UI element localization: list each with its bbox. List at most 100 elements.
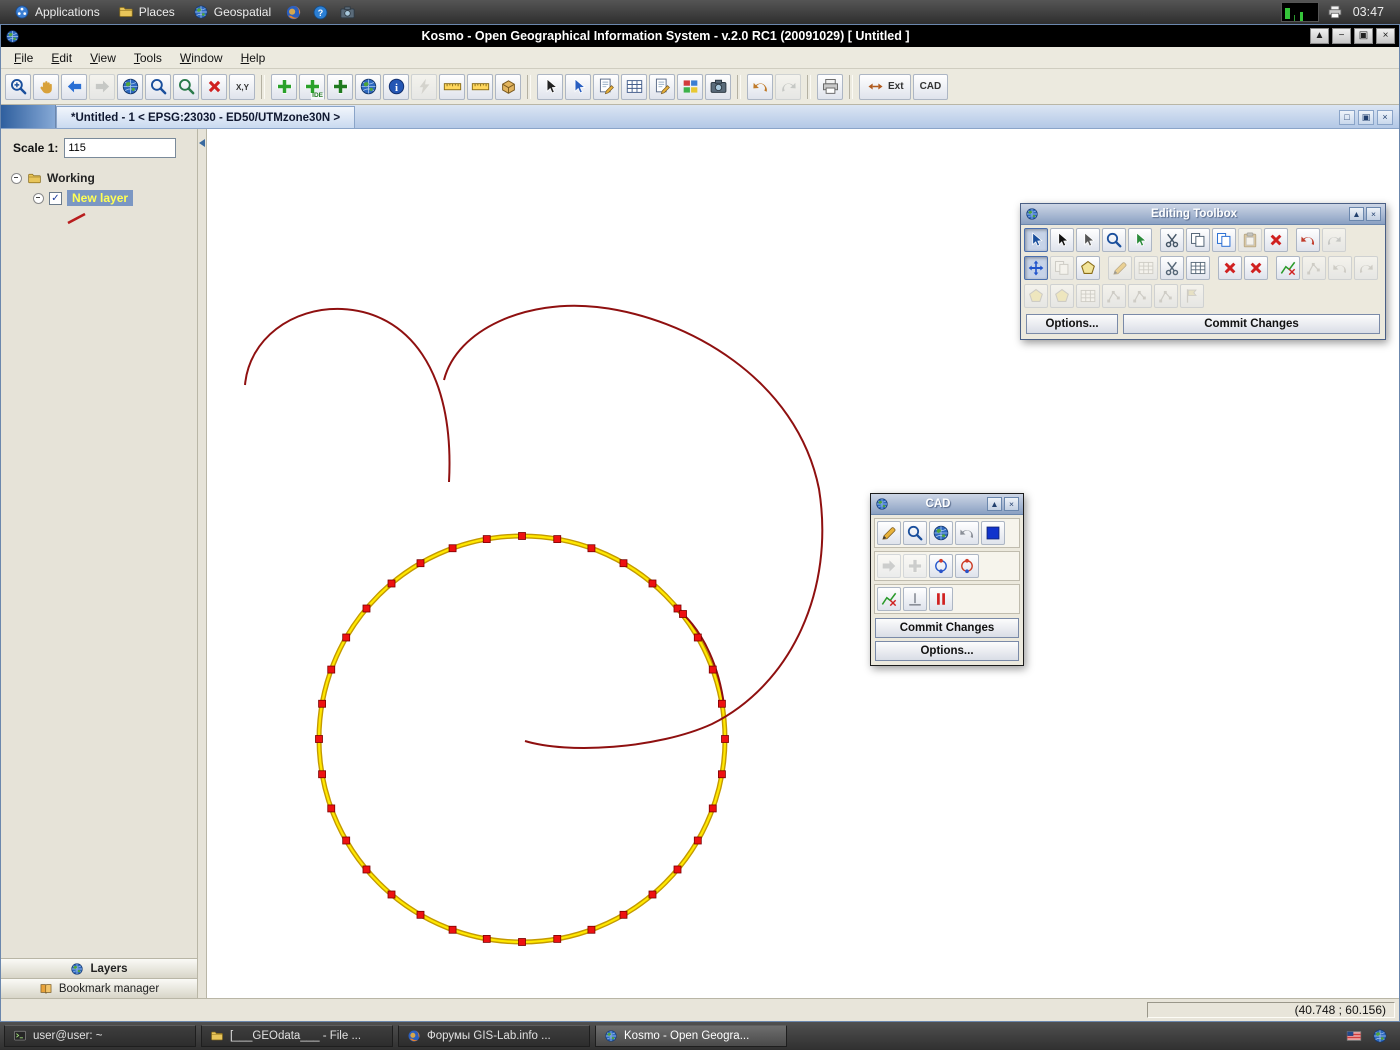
cut-features-button[interactable]	[1160, 228, 1184, 252]
tree-node-new-layer[interactable]: ✓ New layer	[33, 188, 193, 208]
vertex-handle[interactable]	[709, 666, 716, 673]
tree-node-working[interactable]: Working	[11, 168, 193, 188]
delete-features-button[interactable]	[1264, 228, 1288, 252]
clear-selection-button[interactable]	[201, 74, 227, 100]
cut-polygon-tool[interactable]	[1160, 256, 1184, 280]
zoom-in-button[interactable]	[5, 74, 31, 100]
autocomplete-polygon-tool[interactable]	[1076, 256, 1100, 280]
taskbar-firefox[interactable]: Форумы GIS-Lab.info ...	[398, 1025, 590, 1047]
cad-zoom-tool[interactable]	[903, 521, 927, 545]
cad-arc-tool[interactable]	[955, 521, 979, 545]
explode-geometry-button[interactable]	[1218, 256, 1242, 280]
maximize-button[interactable]: ▣	[1354, 28, 1373, 44]
snapshot-button[interactable]	[705, 74, 731, 100]
cad-parallel-tool[interactable]	[929, 587, 953, 611]
vertex-handle[interactable]	[694, 837, 701, 844]
copy-geometry-button[interactable]	[1212, 228, 1236, 252]
screenshot-launcher[interactable]	[335, 2, 360, 23]
tree-toggle-icon[interactable]	[33, 193, 44, 204]
vertex-handle[interactable]	[343, 634, 350, 641]
clock[interactable]: 03:47	[1345, 5, 1394, 19]
tree-toggle-icon[interactable]	[11, 173, 22, 184]
vertex-handle[interactable]	[388, 891, 395, 898]
feature-info-button[interactable]	[565, 74, 591, 100]
close-button[interactable]: ×	[1376, 28, 1395, 44]
vertex-handle[interactable]	[620, 560, 627, 567]
select-geometry-tool[interactable]	[1050, 228, 1074, 252]
cad-rotate-tool[interactable]	[929, 554, 953, 578]
zoom-to-layer-button[interactable]	[173, 74, 199, 100]
vertex-handle[interactable]	[709, 805, 716, 812]
add-ring-tool[interactable]	[1186, 256, 1210, 280]
vertex-handle[interactable]	[588, 545, 595, 552]
cad-options-button[interactable]: Options...	[875, 641, 1019, 661]
vertex-handle[interactable]	[620, 911, 627, 918]
shade-button[interactable]: ▲	[1310, 28, 1329, 44]
vertex-handle[interactable]	[328, 805, 335, 812]
taskbar-file-manager[interactable]: [___GEOdata___ - File ...	[201, 1025, 393, 1047]
vertex-handle[interactable]	[519, 939, 526, 946]
vertex-handle[interactable]	[343, 837, 350, 844]
geospatial-menu[interactable]: Geospatial	[185, 2, 279, 22]
minimize-button[interactable]: −	[1332, 28, 1351, 44]
vertex-handle[interactable]	[417, 560, 424, 567]
vertex-handle[interactable]	[554, 935, 561, 942]
zoom-edit-tool[interactable]	[1102, 228, 1126, 252]
add-ide-layer-button[interactable]: IDE	[299, 74, 325, 100]
menu-edit[interactable]: Edit	[42, 49, 81, 67]
select-features-tool[interactable]	[1024, 228, 1048, 252]
vertex-handle[interactable]	[554, 536, 561, 543]
cad-rotate-copy-tool[interactable]	[955, 554, 979, 578]
print-queue-icon[interactable]	[1327, 4, 1343, 20]
undo-edit-button[interactable]	[1296, 228, 1320, 252]
editing-toolbox-collapse-button[interactable]: ▲	[1349, 207, 1364, 221]
network-globe[interactable]	[1372, 1028, 1388, 1044]
measure-area-button[interactable]	[467, 74, 493, 100]
cad-validate-tool[interactable]	[877, 587, 901, 611]
vertex-handle[interactable]	[718, 771, 725, 778]
collapse-arrow-icon[interactable]	[199, 139, 205, 147]
feature-arc-spiral[interactable]	[444, 306, 822, 748]
sidebar-splitter[interactable]	[198, 129, 207, 998]
editing-commit-changes-button[interactable]: Commit Changes	[1123, 314, 1380, 334]
vertex-handle[interactable]	[680, 611, 687, 618]
validate-geometry-button[interactable]	[1276, 256, 1300, 280]
new-map-button[interactable]	[355, 74, 381, 100]
firefox-launcher[interactable]	[281, 2, 306, 23]
vertex-handle[interactable]	[316, 736, 323, 743]
taskbar-kosmo[interactable]: Kosmo - Open Geogra...	[595, 1025, 787, 1047]
vertex-handle[interactable]	[588, 926, 595, 933]
cad-toolbar-button[interactable]: CAD	[913, 74, 949, 100]
vertex-handle[interactable]	[328, 666, 335, 673]
vertex-handle[interactable]	[449, 926, 456, 933]
select-vertex-tool[interactable]	[1076, 228, 1100, 252]
move-geometry-tool[interactable]	[1024, 256, 1048, 280]
undo-button[interactable]	[747, 74, 773, 100]
scale-input[interactable]	[64, 138, 176, 158]
edit-feature-button[interactable]	[593, 74, 619, 100]
menu-window[interactable]: Window	[171, 49, 232, 67]
simplify-geometry-button[interactable]	[1244, 256, 1268, 280]
vertex-handle[interactable]	[483, 935, 490, 942]
tab-detach-button[interactable]: □	[1339, 110, 1355, 125]
system-monitor-applet[interactable]	[1281, 2, 1319, 22]
editing-toolbox-close-button[interactable]: ×	[1366, 207, 1381, 221]
document-tab[interactable]: *Untitled - 1 < EPSG:23030 - ED50/UTMzon…	[56, 106, 355, 128]
feature-info-tool[interactable]	[1128, 228, 1152, 252]
cad-close-button[interactable]: ×	[1004, 497, 1019, 511]
menu-help[interactable]: Help	[232, 49, 275, 67]
vertex-handle[interactable]	[417, 911, 424, 918]
layer-info-button[interactable]	[383, 74, 409, 100]
menu-view[interactable]: View	[81, 49, 125, 67]
help-launcher[interactable]	[308, 2, 333, 23]
cad-titlebar[interactable]: CAD ▲×	[871, 494, 1023, 515]
pan-button[interactable]	[33, 74, 59, 100]
applications-menu[interactable]: Applications	[6, 2, 108, 22]
vertex-handle[interactable]	[649, 891, 656, 898]
vertex-handle[interactable]	[388, 580, 395, 587]
add-wms-layer-button[interactable]	[327, 74, 353, 100]
places-menu[interactable]: Places	[110, 2, 183, 22]
cad-fill-tool[interactable]	[981, 521, 1005, 545]
zoom-previous-button[interactable]	[61, 74, 87, 100]
cad-globe-tool[interactable]	[929, 521, 953, 545]
